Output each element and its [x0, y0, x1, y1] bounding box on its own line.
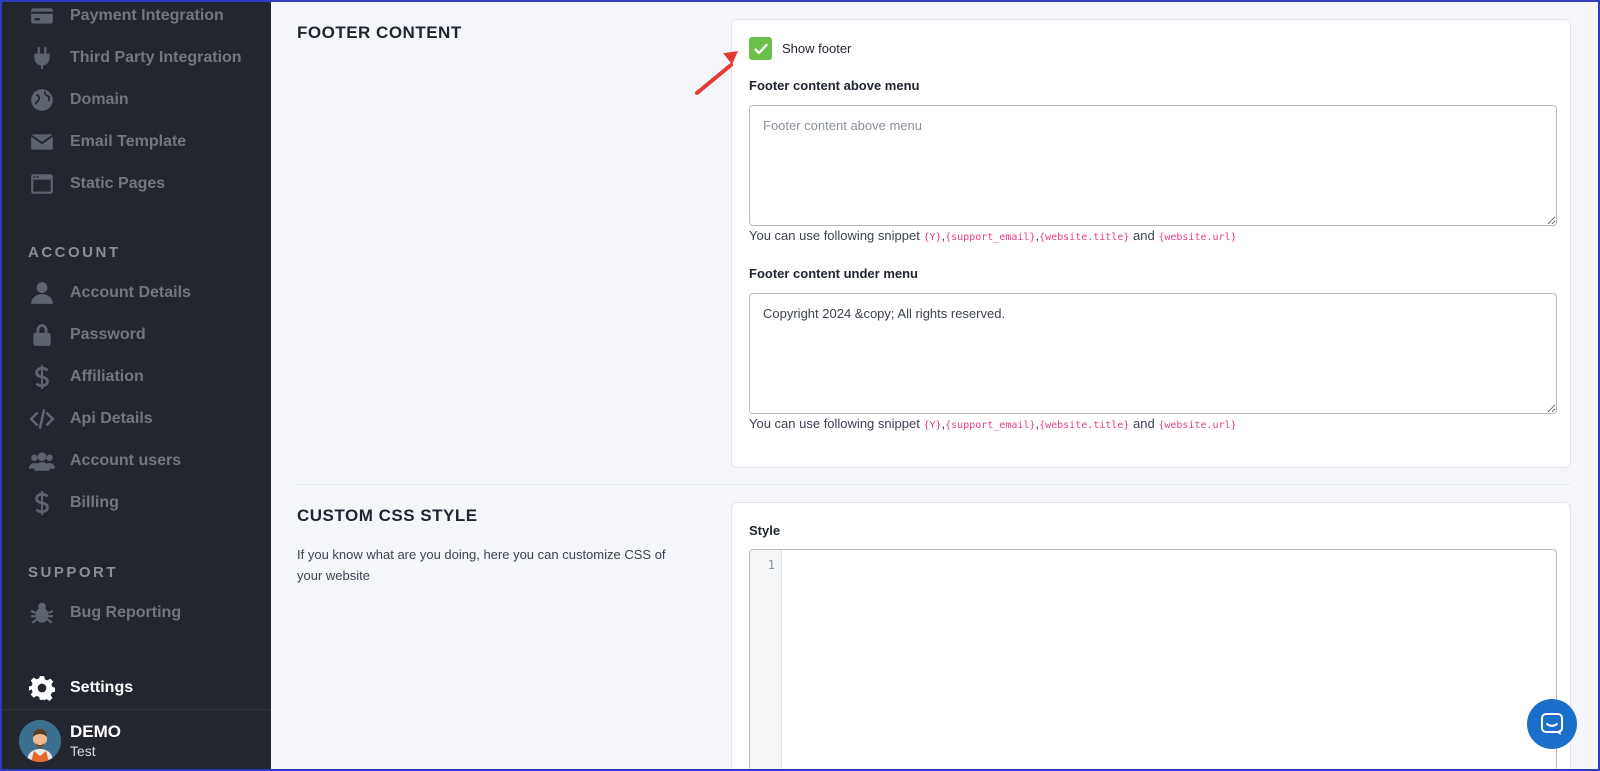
- css-card: Style 1: [731, 502, 1571, 771]
- custom-css-description: If you know what are you doing, here you…: [297, 547, 666, 583]
- section-divider: [297, 484, 1570, 485]
- footer-content-title: FOOTER CONTENT: [297, 23, 462, 42]
- user-subtitle: Test: [70, 743, 96, 759]
- footer-above-hint: You can use following snippet {Y},{suppo…: [749, 228, 1237, 243]
- check-icon: [753, 43, 768, 54]
- style-label: Style: [749, 523, 781, 538]
- sidebar-item-label: Third Party Integration: [70, 49, 242, 66]
- globe-icon: [28, 86, 56, 114]
- sidebar-item-label: Billing: [70, 494, 119, 511]
- snippet-website-url: {website.url}: [1158, 232, 1237, 243]
- footer-under-label: Footer content under menu: [749, 266, 918, 281]
- sidebar-item-label: Bug Reporting: [70, 604, 182, 621]
- payment-icon: [28, 2, 56, 30]
- hint-and: and: [1133, 416, 1155, 431]
- sidebar-item-label: Affiliation: [70, 368, 144, 385]
- sidebar: Payment Integration Third Party Integrat…: [2, 0, 271, 771]
- dollar-icon: [28, 489, 56, 517]
- sidebar-item-label: Settings: [70, 679, 134, 696]
- annotation-arrow-icon: [695, 51, 738, 95]
- sidebar-item-label: Api Details: [70, 410, 153, 427]
- sidebar-item-domain[interactable]: Domain: [28, 85, 129, 115]
- sidebar-section-account: ACCOUNT: [28, 244, 121, 261]
- envelope-icon: [28, 128, 56, 156]
- code-icon: [28, 405, 56, 433]
- footer-above-textarea[interactable]: [749, 105, 1557, 226]
- chat-launcher-button[interactable]: [1527, 699, 1577, 749]
- sidebar-item-settings[interactable]: Settings: [28, 673, 133, 703]
- snippet-support-email: {support_email}: [945, 232, 1036, 243]
- sidebar-item-third-party-integration[interactable]: Third Party Integration: [28, 43, 242, 73]
- sidebar-item-account-details[interactable]: Account Details: [28, 278, 191, 308]
- custom-css-title: CUSTOM CSS STYLE: [297, 506, 478, 525]
- user-name: DEMO: [70, 722, 121, 741]
- footer-above-label: Footer content above menu: [749, 78, 920, 93]
- main-content: FOOTER CONTENT Show footer Footer conten…: [271, 0, 1598, 771]
- avatar: [19, 720, 61, 762]
- editor-gutter: 1: [750, 550, 782, 771]
- sidebar-item-billing[interactable]: Billing: [28, 488, 119, 518]
- sidebar-item-label: Static Pages: [70, 175, 166, 192]
- snippet-support-email: {support_email}: [945, 420, 1036, 431]
- sidebar-item-password[interactable]: Password: [28, 320, 146, 350]
- dollar-icon: [28, 363, 56, 391]
- sidebar-item-email-template[interactable]: Email Template: [28, 127, 186, 157]
- sidebar-item-label: Domain: [70, 91, 129, 108]
- sidebar-item-account-users[interactable]: Account users: [28, 446, 181, 476]
- user-profile[interactable]: DEMO Test: [2, 709, 271, 771]
- footer-under-hint: You can use following snippet {Y},{suppo…: [749, 416, 1237, 431]
- sidebar-item-label: Email Template: [70, 133, 187, 150]
- chat-icon: [1541, 713, 1563, 735]
- user-icon: [28, 279, 56, 307]
- bug-icon: [28, 599, 56, 627]
- sidebar-item-label: Account Details: [70, 284, 191, 301]
- snippet-y: {Y}: [923, 232, 942, 243]
- sidebar-item-affiliation[interactable]: Affiliation: [28, 362, 144, 392]
- sidebar-item-payment-integration[interactable]: Payment Integration: [28, 1, 224, 31]
- snippet-website-url: {website.url}: [1158, 420, 1237, 431]
- hint-text: You can use following snippet: [749, 416, 920, 431]
- sidebar-item-label: Account users: [70, 452, 182, 469]
- sidebar-item-label: Password: [70, 326, 146, 343]
- show-footer-checkbox[interactable]: [749, 37, 772, 60]
- snippet-website-title: {website.title}: [1039, 420, 1130, 431]
- footer-card: Show footer Footer content above menu Yo…: [731, 19, 1571, 468]
- hint-and: and: [1133, 228, 1155, 243]
- snippet-website-title: {website.title}: [1039, 232, 1130, 243]
- window-icon: [28, 170, 56, 198]
- sidebar-item-label: Payment Integration: [70, 7, 224, 24]
- css-code-editor[interactable]: 1: [749, 549, 1557, 771]
- line-number: 1: [767, 558, 775, 572]
- hint-text: You can use following snippet: [749, 228, 920, 243]
- gear-icon: [28, 674, 56, 702]
- snippet-y: {Y}: [923, 420, 942, 431]
- sidebar-item-static-pages[interactable]: Static Pages: [28, 169, 165, 199]
- sidebar-item-bug-reporting[interactable]: Bug Reporting: [28, 598, 181, 628]
- footer-under-textarea[interactable]: Copyright 2024 &copy; All rights reserve…: [749, 293, 1557, 414]
- lock-icon: [28, 321, 56, 349]
- plug-icon: [28, 44, 56, 72]
- sidebar-section-support: SUPPORT: [28, 564, 119, 581]
- show-footer-label[interactable]: Show footer: [782, 41, 851, 56]
- users-icon: [28, 447, 56, 475]
- sidebar-item-api-details[interactable]: Api Details: [28, 404, 153, 434]
